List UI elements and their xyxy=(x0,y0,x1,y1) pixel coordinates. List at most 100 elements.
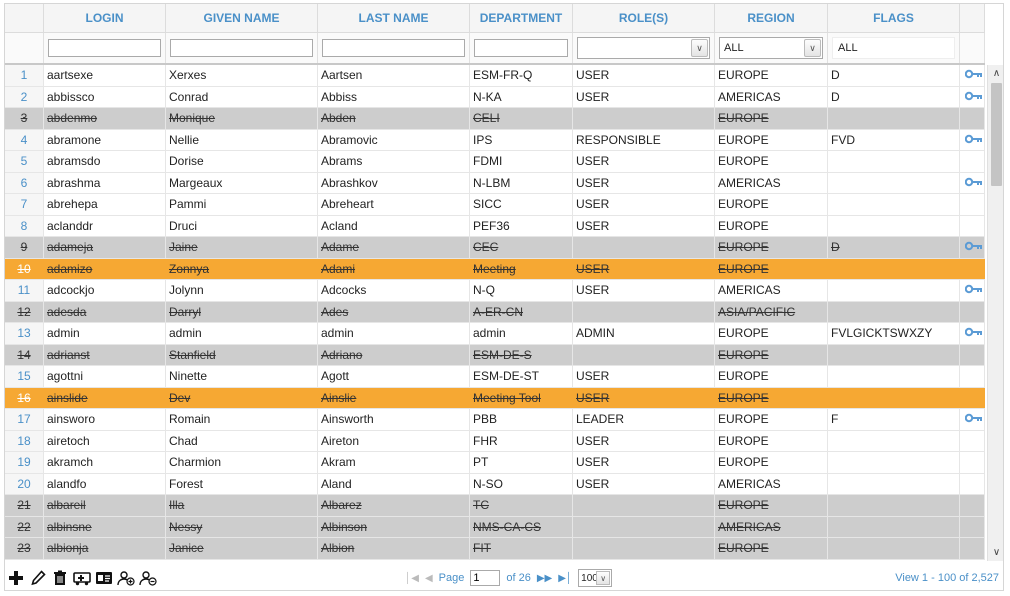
department-cell: ESM-DE-S xyxy=(470,344,573,365)
table-row[interactable]: 13 admin admin admin admin ADMIN EUROPE FVLGICK… xyxy=(5,323,985,345)
table-row[interactable]: 6 abrashma Margeaux Abrashkov N-LBM USER AMERI… xyxy=(5,172,985,194)
scroll-down-icon[interactable]: ∨ xyxy=(988,544,1003,561)
column-header-last-name[interactable]: LAST NAME xyxy=(318,4,470,32)
table-row[interactable]: 12 adesda Darryl Ades A-ER-CN ASIA/PACIFIC xyxy=(5,301,985,323)
roles-cell: USER xyxy=(573,151,715,172)
actions-cell xyxy=(960,215,985,236)
login-cell: admin xyxy=(44,323,166,344)
department-filter-input[interactable] xyxy=(474,39,568,57)
flags-filter-select[interactable]: ALL xyxy=(832,37,955,59)
last-name-cell: Akram xyxy=(318,452,470,473)
region-cell: EUROPE xyxy=(715,495,828,516)
table-row[interactable]: 5 abramsdo Dorise Abrams FDMI USER EUROPE xyxy=(5,151,985,173)
key-icon[interactable] xyxy=(965,413,983,423)
table-row[interactable]: 7 abrehepa Pammi Abreheart SICC USER EUROPE xyxy=(5,194,985,216)
key-icon[interactable] xyxy=(965,134,983,144)
grid-toolbar xyxy=(7,569,157,587)
key-icon[interactable] xyxy=(965,284,983,294)
chevron-down-icon[interactable]: ∨ xyxy=(691,39,708,57)
delete-icon[interactable] xyxy=(51,569,69,587)
key-icon[interactable] xyxy=(965,327,983,337)
table-row[interactable]: 16 ainslide Dev Ainslie Meeting Tool USER EURO… xyxy=(5,387,985,409)
row-number: 9 xyxy=(5,237,44,258)
roles-cell xyxy=(573,301,715,322)
login-filter-input[interactable] xyxy=(48,39,161,57)
scroll-up-icon[interactable]: ∧ xyxy=(988,65,1003,82)
given-name-cell: admin xyxy=(166,323,318,344)
prev-page-icon[interactable]: ◀ xyxy=(425,573,433,584)
department-cell: Meeting Tool xyxy=(470,387,573,408)
table-row[interactable]: 2 abbissco Conrad Abbiss N-KA USER AMERICAS D xyxy=(5,86,985,108)
roles-cell: LEADER xyxy=(573,409,715,430)
add-icon[interactable] xyxy=(7,569,25,587)
table-row[interactable]: 19 akramch Charmion Akram PT USER EUROPE xyxy=(5,452,985,474)
column-header-department[interactable]: DEPARTMENT xyxy=(470,4,573,32)
id-card-icon[interactable] xyxy=(95,569,113,587)
table-row[interactable]: 21 albareil Illa Albarez TC EUROPE xyxy=(5,495,985,517)
key-icon[interactable] xyxy=(965,177,983,187)
last-name-cell: Albarez xyxy=(318,495,470,516)
vertical-scrollbar[interactable]: ∧ ∨ xyxy=(987,65,1003,561)
region-filter-select[interactable]: ALL ∨ xyxy=(719,37,823,59)
department-cell: FDMI xyxy=(470,151,573,172)
row-number: 17 xyxy=(5,409,44,430)
given-name-filter-input[interactable] xyxy=(170,39,313,57)
key-icon[interactable] xyxy=(965,241,983,251)
table-row[interactable]: 10 adamizo Zonnya Adami Meeting USER EUROPE xyxy=(5,258,985,280)
edit-icon[interactable] xyxy=(29,569,47,587)
last-name-filter-input[interactable] xyxy=(322,39,465,57)
given-name-cell: Nessy xyxy=(166,516,318,537)
table-row[interactable]: 20 alandfo Forest Aland N-SO USER AMERICAS xyxy=(5,473,985,495)
column-header-given-name[interactable]: GIVEN NAME xyxy=(166,4,318,32)
given-name-cell: Jaine xyxy=(166,237,318,258)
given-name-cell: Janice xyxy=(166,538,318,559)
table-row[interactable]: 18 airetoch Chad Aireton FHR USER EUROPE xyxy=(5,430,985,452)
page-number-input[interactable] xyxy=(470,570,501,586)
last-name-cell: Adriano xyxy=(318,344,470,365)
roles-filter-select[interactable]: ∨ xyxy=(577,37,710,59)
flags-cell xyxy=(828,495,960,516)
table-row[interactable]: 15 agottni Ninette Agott ESM-DE-ST USER EUROPE xyxy=(5,366,985,388)
column-header-flags[interactable]: FLAGS xyxy=(828,4,960,32)
scrollbar-thumb[interactable] xyxy=(991,83,1002,186)
chevron-down-icon[interactable]: ∨ xyxy=(804,39,821,57)
key-icon[interactable] xyxy=(965,91,983,101)
first-page-icon[interactable]: │◀ xyxy=(405,573,419,584)
table-row[interactable]: 1 aartsexe Xerxes Aartsen ESM-FR-Q USER EUROPE… xyxy=(5,65,985,87)
table-row[interactable]: 11 adcockjo Jolynn Adcocks N-Q USER AMERICAS xyxy=(5,280,985,302)
next-page-icon[interactable]: ▶▶ xyxy=(537,573,552,584)
flags-cell xyxy=(828,344,960,365)
table-row[interactable]: 23 albionja Janice Albion FIT EUROPE xyxy=(5,538,985,560)
add-user-icon[interactable] xyxy=(117,569,135,587)
given-name-cell: Charmion xyxy=(166,452,318,473)
login-cell: abrashma xyxy=(44,172,166,193)
table-row[interactable]: 14 adrianst Stanfield Adriano ESM-DE-S EUROPE xyxy=(5,344,985,366)
row-number: 12 xyxy=(5,301,44,322)
roles-cell xyxy=(573,344,715,365)
table-row[interactable]: 9 adameja Jaine Adame CEC EUROPE D xyxy=(5,237,985,259)
table-row[interactable]: 3 abdenmo Monique Abden CELI EUROPE xyxy=(5,108,985,130)
table-row[interactable]: 22 albinsne Nessy Albinson NMS-CA-CS AMERICAS xyxy=(5,516,985,538)
page-size-select[interactable]: 100 ∨ xyxy=(578,569,613,587)
actions-cell xyxy=(960,129,985,150)
table-row[interactable]: 4 abramone Nellie Abramovic IPS RESPONSIBLE EU… xyxy=(5,129,985,151)
column-header-region[interactable]: REGION xyxy=(715,4,828,32)
actions-cell xyxy=(960,430,985,451)
row-number: 2 xyxy=(5,86,44,107)
last-name-cell: Adame xyxy=(318,237,470,258)
region-cell: EUROPE xyxy=(715,129,828,150)
table-row[interactable]: 8 aclanddr Druci Acland PEF36 USER EUROPE xyxy=(5,215,985,237)
key-icon[interactable] xyxy=(965,69,983,79)
column-header-roles[interactable]: ROLE(S) xyxy=(573,4,715,32)
table-row[interactable]: 17 ainsworo Romain Ainsworth PBB LEADER EUROPE… xyxy=(5,409,985,431)
roles-cell: RESPONSIBLE xyxy=(573,129,715,150)
flags-cell: FVLGICKTSWXZY xyxy=(828,323,960,344)
roles-cell xyxy=(573,108,715,129)
remove-user-icon[interactable] xyxy=(139,569,157,587)
ambulance-icon[interactable] xyxy=(73,569,91,587)
row-number: 18 xyxy=(5,430,44,451)
department-cell: PBB xyxy=(470,409,573,430)
column-header-login[interactable]: LOGIN xyxy=(44,4,166,32)
last-page-icon[interactable]: ▶│ xyxy=(558,573,572,584)
chevron-down-icon[interactable]: ∨ xyxy=(596,571,611,585)
